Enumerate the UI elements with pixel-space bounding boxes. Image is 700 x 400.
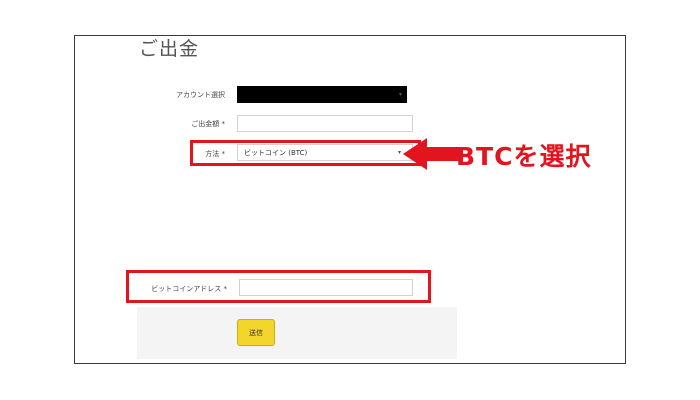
page-title: ご出金 [139,38,200,60]
btc-address-highlight-box [126,270,431,303]
method-highlight-box [190,140,421,166]
account-select-label: アカウント選択 [176,91,225,99]
annotation-text: BTCを選択 [456,142,592,171]
arrow-left-icon [403,138,461,170]
account-select[interactable] [237,86,407,103]
amount-input[interactable] [237,115,413,132]
amount-label: ご出金額 * [191,120,225,128]
submit-area: 送信 [137,307,457,359]
screenshot-frame: ご出金 アカウント選択 ▾ ご出金額 * 方法 * ビットコイン (BTC) ▾… [74,35,626,364]
submit-button[interactable]: 送信 [237,319,275,346]
account-select-arrow-icon[interactable]: ▾ [399,91,402,98]
